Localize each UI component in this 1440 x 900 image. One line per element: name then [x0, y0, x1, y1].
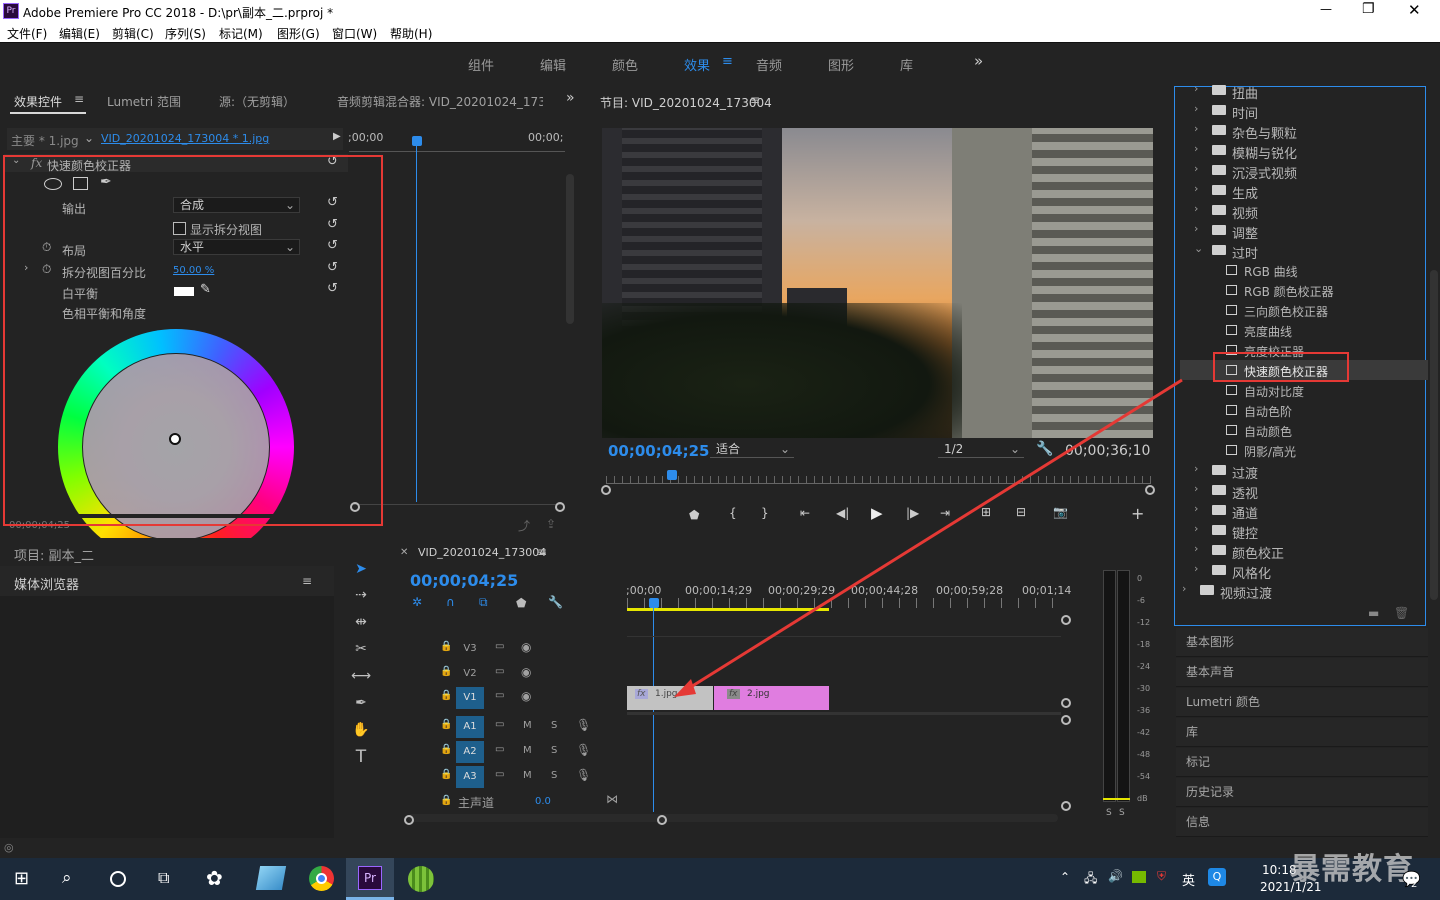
windows-start-icon[interactable]: ⊞: [14, 868, 29, 889]
meter-bar-right: [1117, 570, 1130, 802]
meter-scale-label: -30: [1137, 684, 1151, 693]
meter-scale-label: -12: [1137, 618, 1151, 627]
volume-icon[interactable]: 🔊: [1108, 869, 1123, 883]
taskbar: ⊞ ⌕ ⧉ ✿ Pr ⌃ 🖧 🔊 ⛨ 英 Q 10:18 2021/1/21 暴…: [0, 852, 1440, 900]
qq-icon[interactable]: Q: [1208, 868, 1226, 886]
audio-meter-panel: S S 0 -6 -12 -18 -24 -30 -36 -42 -48 -54 dB: [1088, 540, 1168, 838]
chrome-icon[interactable]: [309, 866, 334, 891]
chevron-up-icon[interactable]: ⌃: [1060, 870, 1070, 884]
ime-indicator[interactable]: 英: [1182, 870, 1195, 889]
security-icon[interactable]: ⛨: [1157, 869, 1166, 884]
meter-scale-label: -48: [1137, 750, 1151, 759]
annotation-arrow: [674, 378, 1183, 697]
premiere-taskbar-icon[interactable]: Pr: [358, 866, 382, 890]
solo-left-button[interactable]: S: [1106, 808, 1112, 818]
notification-count: 2: [1411, 879, 1418, 890]
app-melon-icon[interactable]: [408, 866, 434, 892]
meter-scale-label: dB: [1137, 794, 1148, 803]
meter-scale-label: -54: [1137, 772, 1151, 781]
status-bar: ◎: [0, 840, 1440, 858]
meter-bar-left: [1103, 570, 1116, 802]
task-view-icon[interactable]: ⧉: [158, 868, 169, 888]
search-icon[interactable]: ⌕: [62, 868, 72, 888]
app-pinwheel-icon[interactable]: ✿: [206, 866, 223, 890]
meter-scale-label: 0: [1137, 574, 1143, 583]
app-notes-icon[interactable]: [255, 866, 287, 890]
meter-scale-label: -6: [1137, 596, 1145, 605]
meter-scale-label: -18: [1137, 640, 1151, 649]
solo-right-button[interactable]: S: [1119, 808, 1125, 818]
watermark: 暴需教育: [1290, 852, 1414, 887]
nvidia-icon[interactable]: [1132, 871, 1146, 883]
meter-scale-label: -24: [1137, 662, 1151, 671]
cortana-icon[interactable]: [110, 871, 126, 887]
meter-scale-label: -42: [1137, 728, 1151, 737]
render-status-icon: ◎: [4, 841, 14, 854]
network-icon[interactable]: 🖧: [1084, 869, 1097, 890]
meter-scale-label: -36: [1137, 706, 1151, 715]
